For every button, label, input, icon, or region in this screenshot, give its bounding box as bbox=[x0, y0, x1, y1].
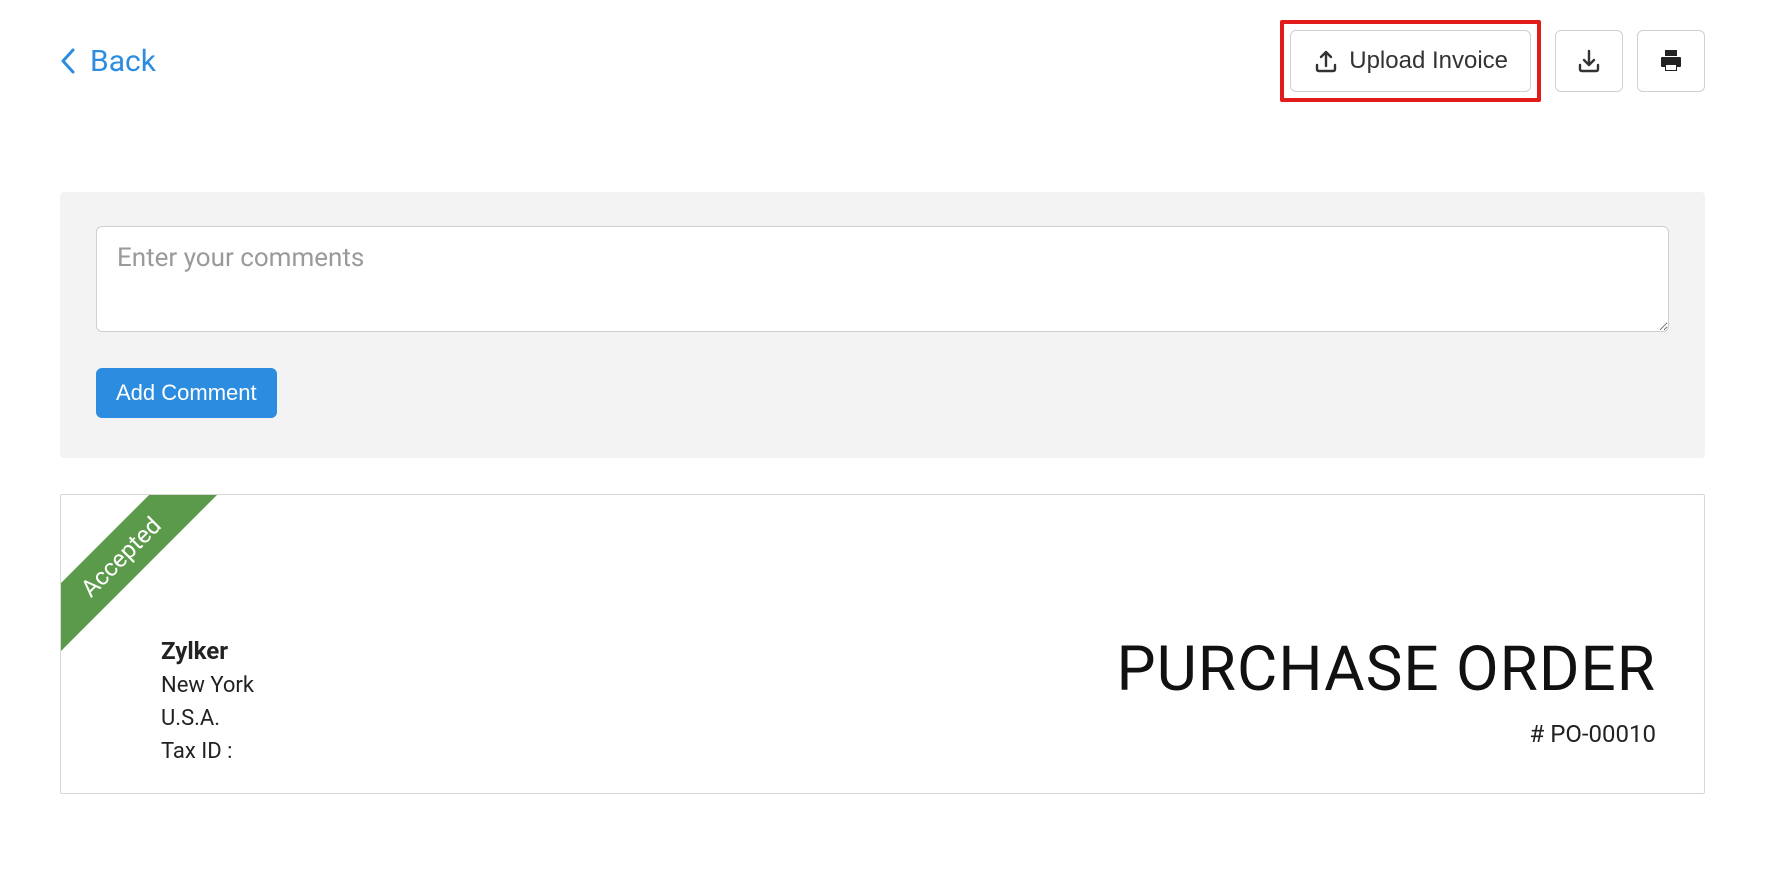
org-city: New York bbox=[161, 669, 254, 702]
doc-number: # PO-00010 bbox=[1116, 720, 1656, 748]
top-bar: Back Upload Invoice bbox=[60, 20, 1705, 102]
download-icon bbox=[1576, 48, 1602, 74]
download-button[interactable] bbox=[1555, 30, 1623, 92]
upload-icon bbox=[1313, 48, 1339, 74]
upload-highlight: Upload Invoice bbox=[1280, 20, 1541, 102]
org-block: Zylker New York U.S.A. Tax ID : bbox=[161, 633, 254, 768]
action-bar: Upload Invoice bbox=[1280, 20, 1705, 102]
chevron-left-icon bbox=[60, 48, 76, 74]
org-name: Zylker bbox=[161, 633, 254, 669]
print-icon bbox=[1657, 47, 1685, 75]
back-link[interactable]: Back bbox=[60, 44, 156, 79]
org-tax-row: Tax ID : bbox=[161, 735, 254, 768]
document-card: Accepted Zylker New York U.S.A. Tax ID :… bbox=[60, 494, 1705, 794]
upload-invoice-button[interactable]: Upload Invoice bbox=[1290, 30, 1531, 92]
org-country: U.S.A. bbox=[161, 702, 254, 735]
org-tax-label: Tax ID : bbox=[161, 739, 232, 764]
doc-title: PURCHASE ORDER bbox=[1116, 633, 1656, 706]
print-button[interactable] bbox=[1637, 30, 1705, 92]
comment-panel: Add Comment bbox=[60, 192, 1705, 458]
doc-title-block: PURCHASE ORDER # PO-00010 bbox=[1116, 633, 1656, 748]
comment-input[interactable] bbox=[96, 226, 1669, 332]
add-comment-button[interactable]: Add Comment bbox=[96, 368, 277, 418]
upload-label: Upload Invoice bbox=[1349, 47, 1508, 75]
back-label: Back bbox=[90, 44, 156, 79]
